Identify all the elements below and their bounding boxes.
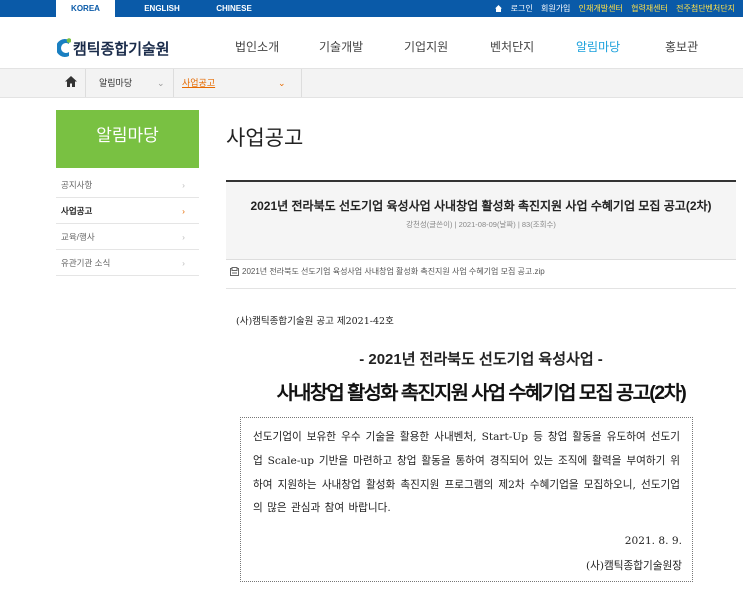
logo-text: 캠틱종합기술원 [73,40,170,58]
divider [226,288,736,289]
notice-number: (사)캠틱종합기술원 공고 제2021-42호 [236,316,394,327]
nav-tech-dev[interactable]: 기술개발 [319,38,363,55]
notice-body-text: 선도기업이 보유한 우수 기술을 활용한 사내벤처, Start-Up 등 창업… [253,431,680,515]
top-utility-bar: KOREA ENGLISH CHINESE 로그인 회원가입 인재개발센터 협력… [0,0,743,17]
lang-english[interactable]: ENGLISH [133,0,191,17]
sidebar-item-label: 사업공고 [61,206,93,216]
site-logo[interactable]: 캠틱종합기술원 [55,33,170,63]
sidebar-item-business-notice[interactable]: 사업공고 › [56,198,199,224]
utility-links: 로그인 회원가입 인재개발센터 협력재센터 전주첨단벤처단지 [489,0,735,17]
chevron-down-icon: ⌄ [278,78,286,88]
home-icon [64,74,77,92]
sidebar-item-label: 공지사항 [61,180,93,190]
chevron-right-icon: › [182,206,185,216]
lang-chinese[interactable]: CHINESE [205,0,263,17]
breadcrumb-level1-label: 알림마당 [99,78,133,88]
attachment-link[interactable]: 2021년 전라북도 선도기업 육성사업 사내창업 활성화 촉진지원 사업 수혜… [230,266,545,277]
post-title: 2021년 전라북도 선도기업 육성사업 사내창업 활성화 촉진지원 사업 수혜… [250,199,712,213]
notice-date: 2021. 8. 9. [624,535,682,547]
post-meta: 강천성(글쓴이) | 2021-08-09(날짜) | 83(조회수) [406,220,556,229]
notice-subheading: - 2021년 전라북도 선도기업 육성사업 - [359,351,603,368]
lang-korea[interactable]: KOREA [56,0,115,17]
nav-venture[interactable]: 벤처단지 [490,38,534,55]
forum-center-link[interactable]: 협력재센터 [631,4,668,13]
jeonju-venture-link[interactable]: 전주첨단벤처단지 [676,4,735,13]
attachment-filename: 2021년 전라북도 선도기업 육성사업 사내창업 활성화 촉진지원 사업 수혜… [242,267,545,276]
sidebar-item-education[interactable]: 교육/행사 › [56,224,199,250]
notice-body-box: 선도기업이 보유한 우수 기술을 활용한 사내벤처, Start-Up 등 창업… [240,417,693,582]
chevron-down-icon: ⌄ [157,78,165,88]
notice-signature: (사)캠틱종합기술원장 [586,560,682,572]
sidebar-item-label: 교육/행사 [61,232,95,242]
post-header: 2021년 전라북도 선도기업 육성사업 사내창업 활성화 촉진지원 사업 수혜… [226,180,736,260]
notice-heading: 사내창업 활성화 촉진지원 사업 수혜기업 모집 공고(2차) [276,383,687,404]
talent-center-link[interactable]: 인재개발센터 [579,4,623,13]
join-link[interactable]: 회원가입 [541,4,570,13]
page-title: 사업공고 [226,127,304,150]
nav-pr[interactable]: 홍보관 [665,38,698,55]
sidebar-item-notice[interactable]: 공지사항 › [56,172,199,198]
nav-biz-support[interactable]: 기업지원 [404,38,448,55]
login-link[interactable]: 로그인 [511,4,533,13]
chevron-right-icon: › [182,258,185,268]
logo-mark-icon [55,37,72,59]
nav-about[interactable]: 법인소개 [235,38,279,55]
attachment-icon [230,267,239,276]
chevron-right-icon: › [182,232,185,242]
sidebar-item-label: 유관기관 소식 [61,258,111,268]
nav-notice[interactable]: 알림마당 [576,38,620,55]
sidebar-title: 알림마당 [56,110,199,168]
breadcrumb-home[interactable] [56,69,86,97]
breadcrumb-level2-label: 사업공고 [182,78,216,88]
sidebar-item-related-news[interactable]: 유관기관 소식 › [56,250,199,276]
home-icon[interactable] [495,1,503,12]
chevron-right-icon: › [182,180,185,190]
breadcrumb: 알림마당 ⌄ 사업공고 ⌄ [0,68,743,98]
